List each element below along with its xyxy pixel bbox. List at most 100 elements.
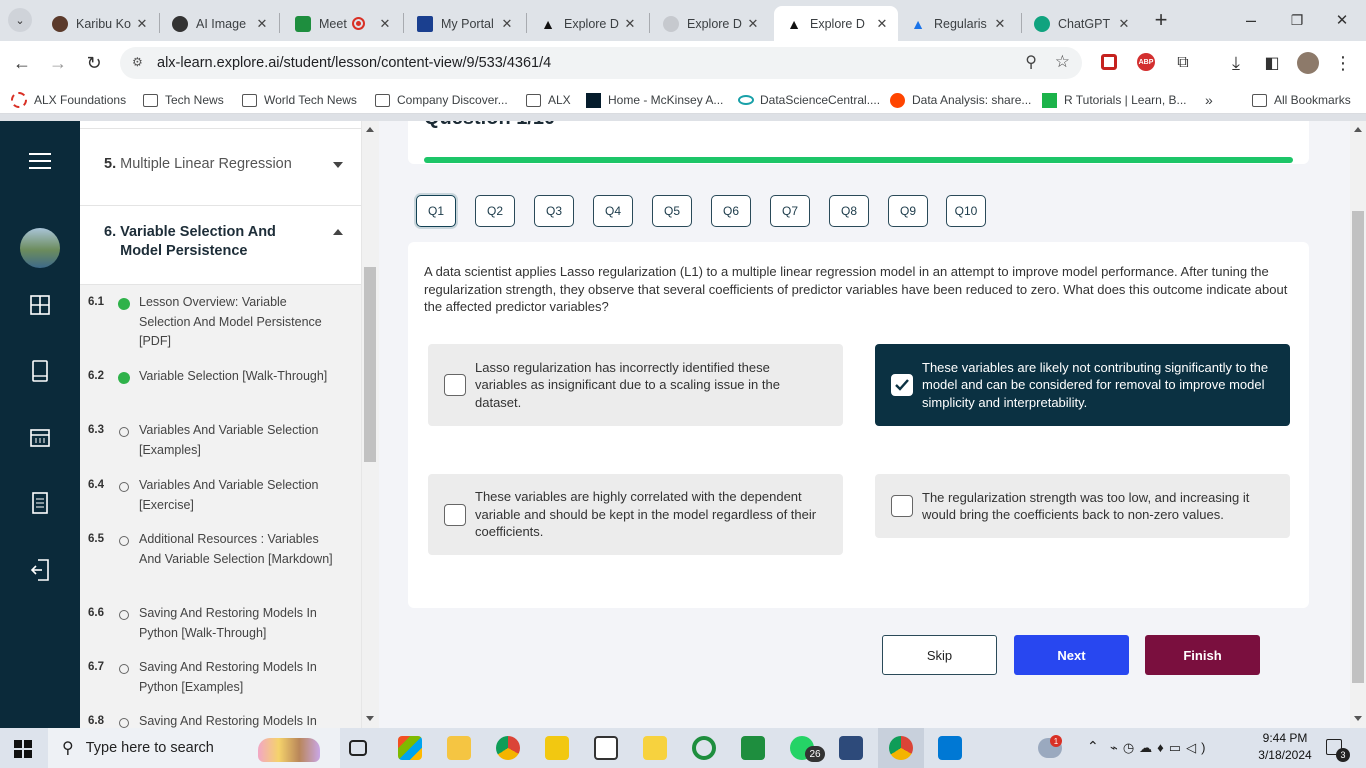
tab-search-icon[interactable]: ⌄: [8, 8, 32, 32]
bookmark-folder[interactable]: Tech News: [143, 90, 224, 110]
bookmark-folder[interactable]: All Bookmarks: [1252, 90, 1351, 110]
question-nav-q3[interactable]: Q3: [534, 195, 574, 227]
download-icon[interactable]: ⤓: [1224, 51, 1248, 75]
bookmark-item[interactable]: R Tutorials | Learn, B...: [1042, 90, 1187, 110]
reload-icon[interactable]: ↻: [82, 51, 106, 75]
next-button[interactable]: Next: [1014, 635, 1129, 675]
answer-option[interactable]: These variables are highly correlated wi…: [428, 474, 843, 555]
adblock-icon[interactable]: ABP: [1137, 53, 1155, 71]
tray-icons[interactable]: ⌁◷☁♦▭◁): [1110, 740, 1210, 756]
bookmark-folder[interactable]: ALX: [526, 90, 571, 110]
scroll-down-icon[interactable]: [366, 716, 374, 721]
bookmark-folder[interactable]: Company Discover...: [375, 90, 508, 110]
close-icon[interactable]: ✕: [874, 16, 890, 32]
lesson-item[interactable]: 6.1 Lesson Overview: Variable Selection A…: [80, 293, 361, 355]
lesson-item[interactable]: 6.5 Additional Resources : Variables And …: [80, 530, 361, 592]
lesson-item[interactable]: 6.6 Saving And Restoring Models In Python…: [80, 604, 361, 646]
power-bi-icon[interactable]: [545, 736, 569, 760]
question-nav-q8[interactable]: Q8: [829, 195, 869, 227]
chevron-up-icon[interactable]: [333, 229, 343, 235]
scroll-thumb[interactable]: [364, 267, 376, 462]
checkbox-checked[interactable]: [891, 374, 913, 396]
window-close-icon[interactable]: ✕: [1330, 8, 1354, 32]
scroll-down-icon[interactable]: [1354, 716, 1362, 721]
sticky-notes-icon[interactable]: [643, 736, 667, 760]
refresh-app-icon[interactable]: [692, 736, 716, 760]
question-nav-q2[interactable]: Q2: [475, 195, 515, 227]
vpn-app-icon[interactable]: [839, 736, 863, 760]
profile-avatar[interactable]: [1297, 52, 1319, 74]
minimize-icon[interactable]: –: [1239, 8, 1263, 32]
answer-option[interactable]: Lasso regularization has incorrectly ide…: [428, 344, 843, 426]
browser-tab[interactable]: AI Image ✕: [160, 6, 278, 41]
checkbox[interactable]: [444, 374, 466, 396]
scroll-up-icon[interactable]: [1354, 127, 1362, 132]
browser-tab[interactable]: ChatGPT ✕: [1022, 6, 1140, 41]
new-tab-icon[interactable]: +: [1149, 7, 1173, 32]
chevron-down-icon[interactable]: [333, 162, 343, 168]
document-icon[interactable]: [28, 491, 52, 515]
vscode-icon[interactable]: [938, 736, 962, 760]
scroll-up-icon[interactable]: [366, 127, 374, 132]
finish-button[interactable]: Finish: [1145, 635, 1260, 675]
browser-tab[interactable]: ▲ Explore D ✕: [528, 6, 646, 41]
clock-date[interactable]: 3/18/2024: [1252, 748, 1318, 762]
logout-icon[interactable]: [28, 558, 52, 582]
restore-icon[interactable]: ❐: [1285, 8, 1309, 32]
bookmark-item[interactable]: Data Analysis: share...: [890, 90, 1031, 110]
calendar-icon[interactable]: [28, 425, 52, 449]
book-icon[interactable]: [28, 359, 52, 383]
close-icon[interactable]: ✕: [499, 16, 515, 32]
question-nav-q7[interactable]: Q7: [770, 195, 810, 227]
address-bar[interactable]: ⚙ alx-learn.explore.ai/student/lesson/co…: [120, 47, 1082, 79]
close-icon[interactable]: ✕: [1116, 16, 1132, 32]
question-nav-q4[interactable]: Q4: [593, 195, 633, 227]
scroll-thumb[interactable]: [1352, 211, 1364, 683]
close-icon[interactable]: ✕: [254, 16, 270, 32]
section-header-5[interactable]: 5. Multiple Linear Regression: [80, 129, 361, 206]
bookmark-item[interactable]: Home - McKinsey A...: [586, 90, 723, 110]
extensions-puzzle-icon[interactable]: ⧉: [1171, 51, 1195, 75]
close-icon[interactable]: ✕: [745, 16, 761, 32]
question-nav-q10[interactable]: Q10: [946, 195, 986, 227]
question-nav-q5[interactable]: Q5: [652, 195, 692, 227]
chrome-profile-icon[interactable]: [889, 736, 913, 760]
hamburger-menu-icon[interactable]: [28, 149, 52, 173]
clock-time[interactable]: 9:44 PM: [1255, 731, 1315, 745]
question-nav-q1[interactable]: Q1: [416, 195, 456, 227]
dashboard-grid-icon[interactable]: [28, 293, 52, 317]
sidebar-scrollbar[interactable]: [362, 121, 379, 728]
lesson-item[interactable]: 6.7 Saving And Restoring Models In Python…: [80, 658, 361, 700]
lesson-item[interactable]: 6.3 Variables And Variable Selection [Exa…: [80, 421, 361, 463]
browser-tab-active[interactable]: ▲ Explore D ✕: [774, 6, 898, 41]
file-explorer-icon[interactable]: [447, 736, 471, 760]
task-view-icon[interactable]: [349, 740, 367, 756]
checkbox[interactable]: [891, 495, 913, 517]
user-avatar[interactable]: [20, 228, 60, 268]
forward-icon[interactable]: →: [46, 51, 70, 75]
lesson-item[interactable]: 6.4 Variables And Variable Selection [Exe…: [80, 476, 361, 518]
close-icon[interactable]: ✕: [622, 16, 638, 32]
back-icon[interactable]: ←: [10, 51, 34, 75]
checkbox[interactable]: [444, 503, 466, 526]
page-scrollbar[interactable]: [1350, 121, 1366, 728]
close-icon[interactable]: ✕: [992, 16, 1008, 32]
bookmark-item[interactable]: DataScienceCentral....: [738, 90, 880, 110]
skip-button[interactable]: Skip: [882, 635, 997, 675]
menu-icon[interactable]: ⋮: [1331, 51, 1355, 75]
extension-icon[interactable]: [1101, 54, 1117, 70]
site-settings-icon[interactable]: ⚙: [132, 55, 148, 71]
close-icon[interactable]: ✕: [377, 16, 393, 32]
lesson-item[interactable]: 6.2 Variable Selection [Walk-Through]: [80, 367, 361, 409]
side-panel-icon[interactable]: ◧: [1260, 51, 1284, 75]
bookmark-star-icon[interactable]: ☆: [1055, 52, 1070, 72]
browser-tab[interactable]: Explore D ✕: [651, 6, 769, 41]
browser-tab[interactable]: ▲ Regularis ✕: [898, 6, 1016, 41]
lesson-item[interactable]: 6.8 Saving And Restoring Models In: [80, 712, 361, 728]
close-icon[interactable]: ✕: [134, 16, 150, 32]
bookmark-item[interactable]: ALX Foundations: [11, 90, 126, 110]
taskbar-search-box[interactable]: ⚲ Type here to search: [48, 728, 340, 768]
section-header-6[interactable]: 6. Variable Selection And Model Persiste…: [80, 207, 361, 285]
browser-tab[interactable]: Meet ✕: [283, 6, 401, 41]
microsoft-store-icon[interactable]: [398, 736, 422, 760]
